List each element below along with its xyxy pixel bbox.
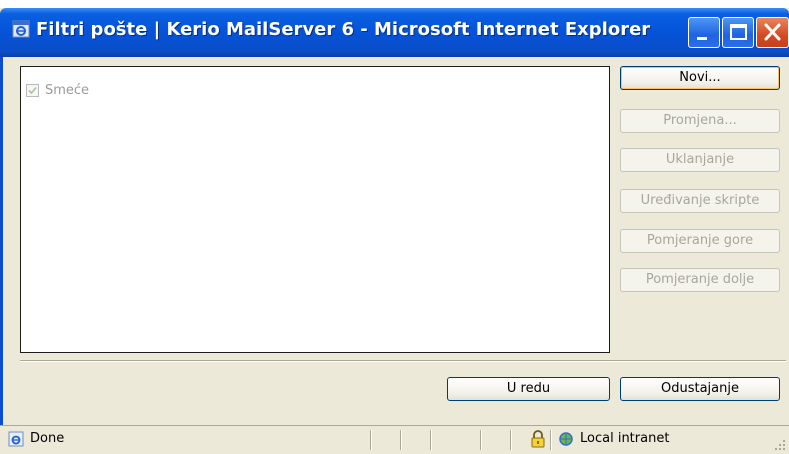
page-icon — [8, 431, 24, 447]
status-divider — [430, 430, 432, 450]
move-up-button[interactable]: Pomjeranje gore — [620, 229, 780, 253]
status-divider — [510, 430, 512, 450]
maximize-button[interactable] — [722, 17, 754, 48]
filter-checkbox[interactable] — [26, 83, 39, 97]
title-bar[interactable]: Filtri pošte | Kerio MailServer 6 - Micr… — [0, 8, 789, 57]
resize-grip-icon[interactable] — [774, 439, 786, 451]
checkmark-icon — [28, 86, 37, 94]
separator — [20, 360, 786, 362]
local-intranet-icon — [559, 432, 573, 446]
maximize-icon — [730, 24, 747, 40]
close-icon — [764, 23, 781, 41]
ok-button[interactable]: U redu — [447, 377, 610, 401]
status-divider — [370, 430, 372, 450]
status-divider — [550, 430, 552, 450]
filter-list[interactable]: Smeće — [20, 66, 610, 353]
new-button[interactable]: Novi... — [620, 66, 780, 90]
close-button[interactable] — [756, 17, 789, 48]
minimize-button[interactable] — [688, 17, 720, 48]
status-bar: Done Local intranet — [0, 425, 789, 454]
edit-script-button[interactable]: Uređivanje skripte — [620, 189, 780, 213]
list-item[interactable]: Smeće — [26, 82, 89, 98]
status-divider — [480, 430, 482, 450]
internet-explorer-icon — [12, 20, 30, 38]
status-text: Done — [30, 431, 65, 446]
status-divider — [400, 430, 402, 450]
filter-label: Smeće — [45, 82, 90, 98]
lock-icon — [531, 430, 545, 448]
zone-text: Local intranet — [580, 431, 670, 446]
remove-button[interactable]: Uklanjanje — [620, 148, 780, 172]
cancel-button[interactable]: Odustajanje — [620, 377, 780, 401]
move-down-button[interactable]: Pomjeranje dolje — [620, 268, 780, 292]
window-title: Filtri pošte | Kerio MailServer 6 - Micr… — [36, 19, 651, 40]
minimize-icon — [697, 37, 707, 40]
background-document-text — [0, 0, 789, 8]
edit-button[interactable]: Promjena... — [620, 109, 780, 133]
browser-window: Filtri pošte | Kerio MailServer 6 - Micr… — [0, 8, 789, 454]
